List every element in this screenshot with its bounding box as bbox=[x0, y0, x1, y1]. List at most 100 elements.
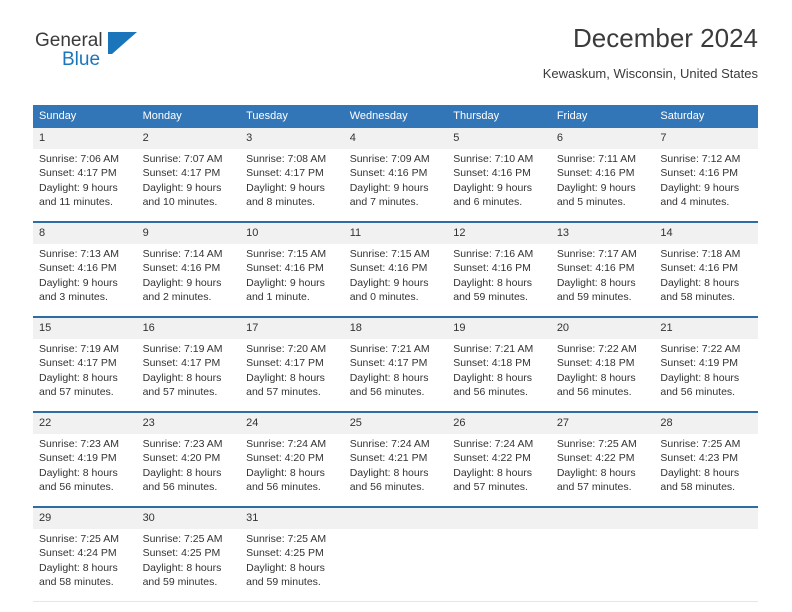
calendar-body: 1 Sunrise: 7:06 AM Sunset: 4:17 PM Daylight… bbox=[33, 128, 758, 602]
calendar-day-cell[interactable]: 28 Sunrise: 7:25 AM Sunset: 4:23 PM Dayligh… bbox=[654, 411, 758, 507]
day-details: Sunrise: 7:15 AM Sunset: 4:16 PM Daylight:… bbox=[344, 244, 448, 316]
daylight-duration-line-2: and 58 minutes. bbox=[39, 576, 114, 589]
day-details: Sunrise: 7:23 AM Sunset: 4:20 PM Daylight:… bbox=[137, 434, 241, 506]
day-details: Sunrise: 7:06 AM Sunset: 4:17 PM Daylight:… bbox=[33, 149, 137, 221]
day-number: 12 bbox=[447, 223, 551, 244]
calendar-day-cell-empty bbox=[654, 506, 758, 602]
sunset-time: Sunset: 4:17 PM bbox=[246, 357, 324, 370]
daylight-duration-line-1: Daylight: 8 hours bbox=[142, 466, 222, 479]
calendar-day-cell[interactable]: 9 Sunrise: 7:14 AM Sunset: 4:16 PM Daylight… bbox=[136, 221, 241, 317]
daylight-duration-line-1: Daylight: 8 hours bbox=[660, 371, 740, 384]
day-details: Sunrise: 7:19 AM Sunset: 4:17 PM Daylight:… bbox=[137, 339, 241, 411]
calendar-day-cell[interactable]: 7 Sunrise: 7:12 AM Sunset: 4:16 PM Daylight… bbox=[654, 128, 758, 222]
calendar-week-row: 1 Sunrise: 7:06 AM Sunset: 4:17 PM Daylight… bbox=[33, 128, 758, 222]
sunrise-time: Sunrise: 7:19 AM bbox=[142, 343, 223, 355]
sunrise-time: Sunrise: 7:15 AM bbox=[349, 248, 430, 260]
calendar-day-cell[interactable]: 29 Sunrise: 7:25 AM Sunset: 4:24 PM Dayligh… bbox=[33, 506, 137, 602]
day-details: Sunrise: 7:25 AM Sunset: 4:25 PM Daylight:… bbox=[240, 529, 344, 601]
calendar-day-cell[interactable]: 23 Sunrise: 7:23 AM Sunset: 4:20 PM Dayligh… bbox=[136, 411, 241, 507]
sunrise-time: Sunrise: 7:23 AM bbox=[39, 438, 119, 450]
daylight-duration-line-2: and 0 minutes. bbox=[349, 291, 419, 304]
sunset-time: Sunset: 4:17 PM bbox=[39, 357, 117, 370]
calendar-day-cell[interactable]: 8 Sunrise: 7:13 AM Sunset: 4:16 PM Daylight… bbox=[33, 221, 137, 317]
sunrise-time: Sunrise: 7:25 AM bbox=[660, 438, 741, 450]
day-number: 21 bbox=[654, 318, 758, 339]
day-number: 4 bbox=[343, 128, 448, 149]
calendar-day-cell[interactable]: 4 Sunrise: 7:09 AM Sunset: 4:16 PM Daylight… bbox=[343, 128, 448, 222]
calendar-day-cell[interactable]: 5 Sunrise: 7:10 AM Sunset: 4:16 PM Daylight… bbox=[447, 128, 551, 222]
calendar-day-cell[interactable]: 20 Sunrise: 7:22 AM Sunset: 4:18 PM Dayligh… bbox=[550, 316, 655, 412]
day-details: Sunrise: 7:21 AM Sunset: 4:18 PM Daylight:… bbox=[447, 339, 551, 411]
calendar-week-row: 8 Sunrise: 7:13 AM Sunset: 4:16 PM Daylight… bbox=[33, 221, 758, 317]
sunset-time: Sunset: 4:21 PM bbox=[349, 452, 428, 465]
calendar-day-cell-empty bbox=[550, 506, 655, 602]
sunset-time: Sunset: 4:16 PM bbox=[349, 262, 428, 275]
calendar-day-cell[interactable]: 18 Sunrise: 7:21 AM Sunset: 4:17 PM Dayligh… bbox=[343, 316, 448, 412]
sunset-time: Sunset: 4:24 PM bbox=[39, 547, 117, 560]
sunset-time: Sunset: 4:16 PM bbox=[453, 262, 531, 275]
sunset-time: Sunset: 4:18 PM bbox=[556, 357, 635, 370]
calendar-day-cell[interactable]: 16 Sunrise: 7:19 AM Sunset: 4:17 PM Dayligh… bbox=[136, 316, 241, 412]
sunset-time: Sunset: 4:16 PM bbox=[660, 262, 739, 275]
day-number: 1 bbox=[33, 128, 137, 149]
calendar-day-cell[interactable]: 17 Sunrise: 7:20 AM Sunset: 4:17 PM Dayligh… bbox=[240, 316, 344, 412]
day-number: 26 bbox=[447, 413, 551, 434]
weekday-header-wednesday: Wednesday bbox=[343, 105, 448, 128]
daylight-duration-line-2: and 57 minutes. bbox=[39, 386, 114, 399]
calendar-day-cell[interactable]: 21 Sunrise: 7:22 AM Sunset: 4:19 PM Dayligh… bbox=[654, 316, 758, 412]
day-number: 27 bbox=[550, 413, 655, 434]
sunset-time: Sunset: 4:16 PM bbox=[453, 167, 531, 180]
sunrise-time: Sunrise: 7:23 AM bbox=[142, 438, 223, 450]
calendar-day-cell[interactable]: 1 Sunrise: 7:06 AM Sunset: 4:17 PM Daylight… bbox=[33, 128, 137, 222]
calendar-day-cell[interactable]: 14 Sunrise: 7:18 AM Sunset: 4:16 PM Dayligh… bbox=[654, 221, 758, 317]
calendar-day-cell[interactable]: 15 Sunrise: 7:19 AM Sunset: 4:17 PM Dayligh… bbox=[33, 316, 137, 412]
sunset-time: Sunset: 4:17 PM bbox=[39, 167, 117, 180]
calendar-day-cell[interactable]: 12 Sunrise: 7:16 AM Sunset: 4:16 PM Dayligh… bbox=[447, 221, 551, 317]
calendar-day-cell[interactable]: 25 Sunrise: 7:24 AM Sunset: 4:21 PM Dayligh… bbox=[343, 411, 448, 507]
daylight-duration-line-2: and 3 minutes. bbox=[39, 291, 108, 304]
calendar-week-row: 29 Sunrise: 7:25 AM Sunset: 4:24 PM Dayligh… bbox=[33, 506, 758, 602]
daylight-duration-line-2: and 6 minutes. bbox=[453, 196, 523, 209]
daylight-duration-line-1: Daylight: 8 hours bbox=[556, 371, 636, 384]
sunrise-time: Sunrise: 7:24 AM bbox=[349, 438, 430, 450]
day-number bbox=[654, 508, 758, 529]
sunrise-time: Sunrise: 7:16 AM bbox=[453, 248, 534, 260]
calendar-day-cell[interactable]: 27 Sunrise: 7:25 AM Sunset: 4:22 PM Dayligh… bbox=[550, 411, 655, 507]
day-number: 14 bbox=[654, 223, 758, 244]
daylight-duration-line-2: and 58 minutes. bbox=[660, 291, 736, 304]
calendar-day-cell[interactable]: 31 Sunrise: 7:25 AM Sunset: 4:25 PM Dayligh… bbox=[240, 506, 344, 602]
calendar-day-cell[interactable]: 10 Sunrise: 7:15 AM Sunset: 4:16 PM Dayligh… bbox=[240, 221, 344, 317]
calendar-day-cell[interactable]: 24 Sunrise: 7:24 AM Sunset: 4:20 PM Dayligh… bbox=[240, 411, 344, 507]
day-number bbox=[550, 508, 655, 529]
day-details: Sunrise: 7:20 AM Sunset: 4:17 PM Daylight:… bbox=[240, 339, 344, 411]
sunset-time: Sunset: 4:17 PM bbox=[142, 357, 221, 370]
calendar-day-cell[interactable]: 19 Sunrise: 7:21 AM Sunset: 4:18 PM Dayligh… bbox=[447, 316, 551, 412]
day-details: Sunrise: 7:22 AM Sunset: 4:18 PM Daylight:… bbox=[551, 339, 655, 411]
day-number: 8 bbox=[33, 223, 137, 244]
calendar-day-cell[interactable]: 22 Sunrise: 7:23 AM Sunset: 4:19 PM Dayligh… bbox=[33, 411, 137, 507]
day-details: Sunrise: 7:25 AM Sunset: 4:25 PM Daylight:… bbox=[137, 529, 241, 601]
sunrise-time: Sunrise: 7:13 AM bbox=[39, 248, 119, 260]
calendar-day-cell[interactable]: 11 Sunrise: 7:15 AM Sunset: 4:16 PM Dayligh… bbox=[343, 221, 448, 317]
calendar-day-cell[interactable]: 13 Sunrise: 7:17 AM Sunset: 4:16 PM Dayligh… bbox=[550, 221, 655, 317]
sunset-time: Sunset: 4:17 PM bbox=[246, 167, 324, 180]
sunset-time: Sunset: 4:18 PM bbox=[453, 357, 531, 370]
weekday-header-tuesday: Tuesday bbox=[240, 105, 344, 128]
calendar-day-cell[interactable]: 26 Sunrise: 7:24 AM Sunset: 4:22 PM Dayligh… bbox=[447, 411, 551, 507]
daylight-duration-line-1: Daylight: 9 hours bbox=[453, 181, 533, 194]
daylight-duration-line-1: Daylight: 8 hours bbox=[349, 466, 429, 479]
daylight-duration-line-1: Daylight: 9 hours bbox=[142, 276, 222, 289]
day-details: Sunrise: 7:09 AM Sunset: 4:16 PM Daylight:… bbox=[344, 149, 448, 221]
sunset-time: Sunset: 4:16 PM bbox=[246, 262, 324, 275]
calendar-day-cell[interactable]: 2 Sunrise: 7:07 AM Sunset: 4:17 PM Daylight… bbox=[136, 128, 241, 222]
calendar-week-row: 15 Sunrise: 7:19 AM Sunset: 4:17 PM Dayligh… bbox=[33, 316, 758, 412]
sunrise-time: Sunrise: 7:20 AM bbox=[246, 343, 327, 355]
calendar-day-cell[interactable]: 6 Sunrise: 7:11 AM Sunset: 4:16 PM Daylight… bbox=[550, 128, 655, 222]
day-number: 18 bbox=[343, 318, 448, 339]
day-number: 22 bbox=[33, 413, 137, 434]
weekday-header-thursday: Thursday bbox=[447, 105, 551, 128]
general-blue-logo[interactable]: General Blue bbox=[33, 30, 193, 86]
day-number: 29 bbox=[33, 508, 137, 529]
calendar-day-cell[interactable]: 30 Sunrise: 7:25 AM Sunset: 4:25 PM Dayligh… bbox=[136, 506, 241, 602]
calendar-day-cell[interactable]: 3 Sunrise: 7:08 AM Sunset: 4:17 PM Daylight… bbox=[240, 128, 344, 222]
